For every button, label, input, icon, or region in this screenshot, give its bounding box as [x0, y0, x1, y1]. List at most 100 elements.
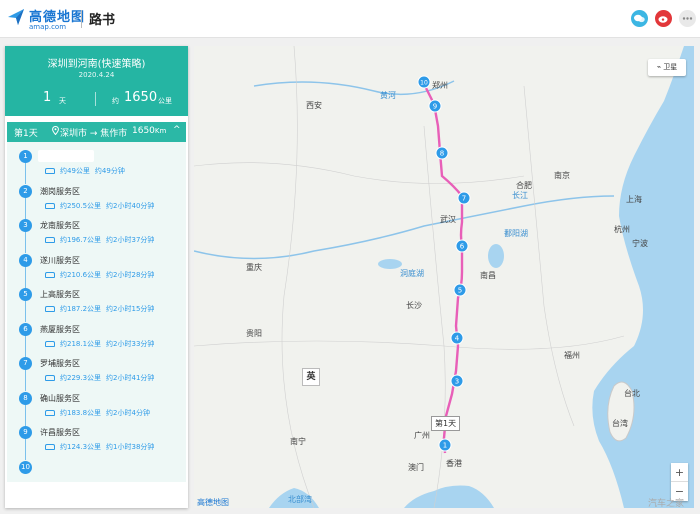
city-label: 鄱阳湖 [504, 229, 528, 238]
route-marker-label: 8 [440, 150, 444, 158]
segment-time: 约1小时38分钟 [106, 443, 155, 451]
stop-item[interactable]: 1 约49公里 约49分钟 [7, 150, 186, 184]
stop-name: 上高服务区 [40, 290, 80, 299]
route-marker-label: 6 [460, 243, 465, 251]
stop-item[interactable]: 6 燕厦服务区约218.1公里 约2小时33分钟 [7, 322, 186, 357]
segment-distance: 约210.6公里 [60, 270, 102, 279]
route-marker-label: 1 [443, 442, 447, 450]
route-summary: 深圳到河南(快速策略) 2020.4.24 1 天 约 1650 公里 [5, 46, 188, 116]
stop-item[interactable]: 10 [7, 460, 186, 495]
total-distance-unit: 公里 [158, 97, 172, 105]
segment-distance: 约187.2公里 [60, 305, 102, 313]
zoom-in-button[interactable]: + [671, 463, 688, 482]
day-header[interactable]: 第1天 深圳市 → 焦作市 1650Km ^ [7, 122, 186, 142]
city-label: 福州 [564, 351, 580, 360]
location-pin-icon [52, 125, 59, 137]
stop-number-badge: 2 [19, 184, 32, 198]
stop-item[interactable]: 8 确山服务区 约183.8公里 约2小时4分钟 [7, 391, 186, 426]
stop-name: 潮岗服务区 [40, 186, 80, 196]
day-distance: 1650Km [132, 126, 167, 136]
stop-list: 1 约49公里 约49分钟 2 潮岗服务区 约250.5公里 约2小时40分钟 3 龙南服务区约… [7, 142, 186, 482]
map-view[interactable]: 郑州 西安 合肥 南京 上海 武汉 杭州 南昌 长沙 重庆 贵阳 福州 台北 广州 南宁 香港 澳门 台湾 宁波 洞庭… [194, 46, 694, 508]
stop-item[interactable]: 7 罗埔服务区 约229.3公里 约2小时41分钟 [7, 357, 186, 391]
wechat-share-icon[interactable] [631, 10, 648, 27]
stop-name: 遂川服务区 [40, 255, 80, 265]
city-label: 郑州 [432, 80, 448, 90]
stop-name: 罗埔服务区 [40, 359, 80, 368]
stop-number-badge: 9 [19, 426, 32, 439]
city-label: 香港 [446, 458, 462, 468]
segment-distance: 约250.5公里 [60, 201, 102, 210]
city-label: 重庆 [246, 262, 262, 272]
city-label: 长沙 [406, 300, 422, 310]
car-icon [45, 271, 55, 278]
city-label: 北部湾 [288, 494, 312, 504]
segment-distance: 约49公里 [60, 167, 90, 175]
city-label: 杭州 [614, 224, 630, 234]
route-marker-label: 10 [420, 80, 428, 87]
stop-number-badge: 6 [19, 322, 32, 336]
route-marker-label: 9 [433, 103, 437, 111]
stop-name: 燕厦服务区 [40, 324, 80, 334]
city-label: 上海 [626, 194, 642, 204]
car-icon [45, 340, 55, 347]
stop-item[interactable]: 5 上高服务区约187.2公里 约2小时15分钟 [7, 288, 186, 322]
route-date: 2020.4.24 [78, 71, 115, 79]
city-label: 广州 [414, 430, 430, 440]
segment-time: 约2小时15分钟 [106, 305, 155, 313]
stop-item[interactable]: 9 许昌服务区 约124.3公里 约1小时38分钟 [7, 426, 186, 460]
satellite-icon: ⌁ [656, 63, 661, 71]
stop-connector [25, 404, 26, 426]
collapse-toggle-icon[interactable]: ^ [173, 125, 181, 135]
segment-time: 约49分钟 [94, 167, 125, 175]
day-route: 深圳市 → 焦作市 [60, 129, 128, 139]
car-icon [45, 306, 55, 312]
car-icon [45, 202, 55, 209]
segment-time: 约2小时33分钟 [106, 339, 155, 348]
poyang-lake [488, 244, 504, 268]
stop-number-badge: 5 [19, 288, 32, 301]
total-distance-prefix: 约 [112, 97, 119, 105]
stop-item[interactable]: 4 遂川服务区 约210.6公里 约2小时28分钟 [7, 253, 186, 288]
car-icon [45, 237, 55, 243]
satellite-toggle-button[interactable]: ⌁ 卫星 [648, 59, 686, 76]
stop-name: 龙南服务区 [40, 221, 80, 230]
stop-connector [25, 163, 26, 184]
stop-connector [25, 266, 26, 288]
logo-subtext: amap.com [29, 23, 67, 31]
weibo-share-icon[interactable] [655, 10, 672, 27]
total-days-unit: 天 [59, 97, 66, 105]
city-label: 洞庭湖 [400, 268, 424, 278]
route-marker-label: 4 [455, 335, 460, 343]
city-label: 澳门 [408, 462, 424, 472]
segment-info: 约187.2公里 约2小时15分钟 [45, 304, 154, 314]
route-title: 深圳到河南(快速策略) [47, 59, 146, 70]
segment-distance: 约218.1公里 [60, 339, 102, 348]
stop-item[interactable]: 3 龙南服务区 约196.7公里 约2小时37分钟 [7, 219, 186, 253]
city-label: 台湾 [612, 418, 628, 428]
city-label: 合肥 [516, 180, 532, 190]
more-share-icon[interactable] [679, 10, 696, 27]
segment-info: 约250.5公里 约2小时40分钟 [45, 201, 154, 211]
stop-name: 确山服务区 [40, 393, 80, 403]
route-panel: 深圳到河南(快速策略) 2020.4.24 1 天 约 1650 公里 第1天 … [5, 46, 188, 508]
segment-info: 约210.6公里 约2小时28分钟 [45, 270, 154, 280]
segment-distance: 约196.7公里 [60, 236, 102, 244]
segment-time: 约2小时37分钟 [106, 236, 155, 244]
segment-info: 约218.1公里 约2小时33分钟 [45, 339, 154, 349]
stop-number-badge: 1 [19, 150, 32, 163]
segment-time: 约2小时41分钟 [106, 374, 155, 382]
stop-item[interactable]: 2 潮岗服务区约250.5公里 约2小时40分钟 [7, 184, 186, 219]
country-label: 英 [302, 368, 320, 386]
stop-connector [25, 232, 26, 253]
segment-info: 约49公里 约49分钟 [45, 166, 125, 176]
top-bar: 高德地图 amap.com 路书 [0, 0, 700, 38]
stop-name: 许昌服务区 [40, 428, 80, 437]
city-label: 台北 [624, 388, 640, 398]
total-distance: 1650 [124, 90, 158, 105]
map-canvas[interactable]: 郑州西安合肥 南京上海武汉杭州南昌长沙 重庆贵阳福州台北广州南宁香港 澳门 台湾 宁波洞庭… [194, 46, 694, 508]
day1-map-tag: 第1天 [431, 416, 461, 431]
route-marker-label: 3 [455, 378, 459, 386]
stop-connector [25, 439, 26, 460]
segment-time: 约2小时40分钟 [106, 201, 155, 210]
